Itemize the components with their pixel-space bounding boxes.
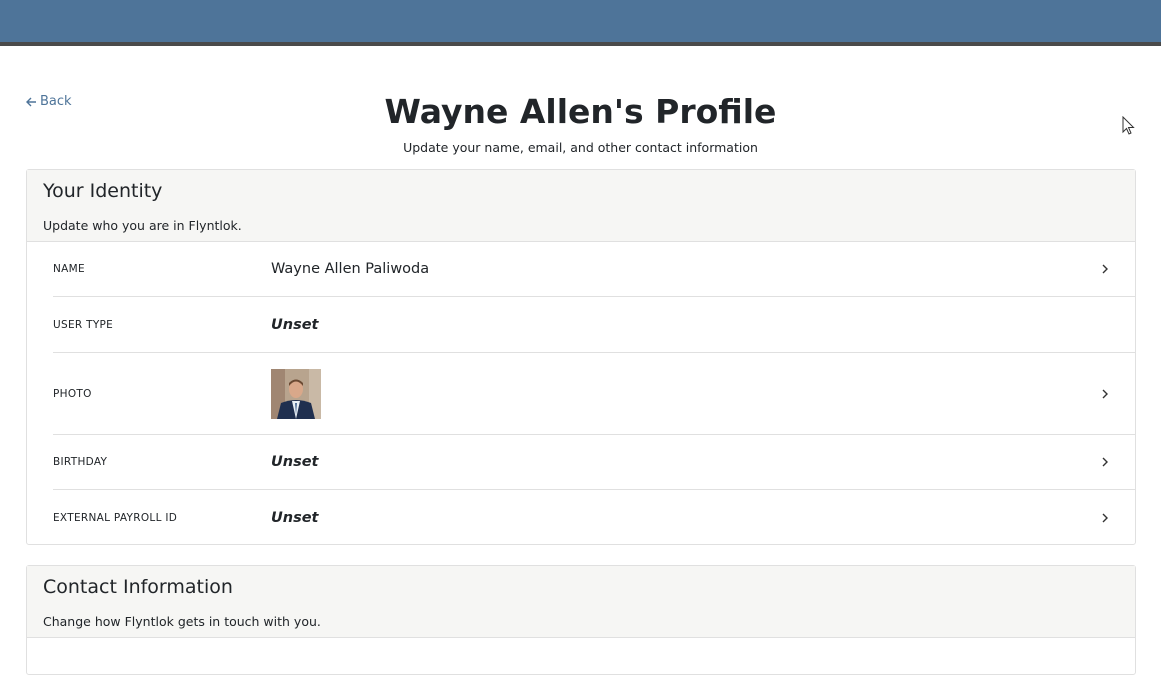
contact-card-header: Contact Information Change how Flyntlok … [27, 566, 1135, 638]
chevron-right-icon[interactable] [1101, 388, 1109, 400]
top-navbar [0, 0, 1161, 46]
photo-row[interactable]: PHOTO [53, 353, 1135, 435]
identity-card-header: Your Identity Update who you are in Flyn… [27, 170, 1135, 242]
external-payroll-id-row[interactable]: EXTERNAL PAYROLL ID Unset [53, 490, 1135, 545]
contact-card-title: Contact Information [43, 576, 233, 598]
contact-card-description: Change how Flyntlok gets in touch with y… [43, 614, 321, 629]
birthday-value: Unset [271, 454, 319, 470]
user-type-label: USER TYPE [53, 318, 114, 331]
identity-card-title: Your Identity [43, 180, 163, 202]
chevron-right-icon[interactable] [1101, 456, 1109, 468]
external-payroll-id-label: EXTERNAL PAYROLL ID [53, 511, 178, 524]
mouse-cursor-icon [1122, 116, 1135, 135]
name-row[interactable]: NAME Wayne Allen Paliwoda [53, 242, 1135, 297]
external-payroll-id-value: Unset [271, 509, 319, 526]
identity-card-description: Update who you are in Flyntlok. [43, 218, 242, 233]
name-value: Wayne Allen Paliwoda [271, 261, 430, 277]
user-type-row: USER TYPE Unset [53, 297, 1135, 353]
birthday-label: BIRTHDAY [53, 456, 108, 468]
photo-label: PHOTO [53, 387, 92, 400]
profile-photo[interactable] [271, 368, 321, 419]
name-label: NAME [53, 263, 85, 275]
page-title: Wayne Allen's Profile [384, 92, 777, 131]
identity-card: Your Identity Update who you are in Flyn… [26, 169, 1136, 545]
chevron-right-icon[interactable] [1101, 512, 1109, 524]
birthday-row[interactable]: BIRTHDAY Unset [53, 435, 1135, 490]
chevron-right-icon[interactable] [1101, 263, 1109, 275]
user-type-value: Unset [271, 316, 319, 333]
page-subtitle: Update your name, email, and other conta… [403, 140, 758, 155]
